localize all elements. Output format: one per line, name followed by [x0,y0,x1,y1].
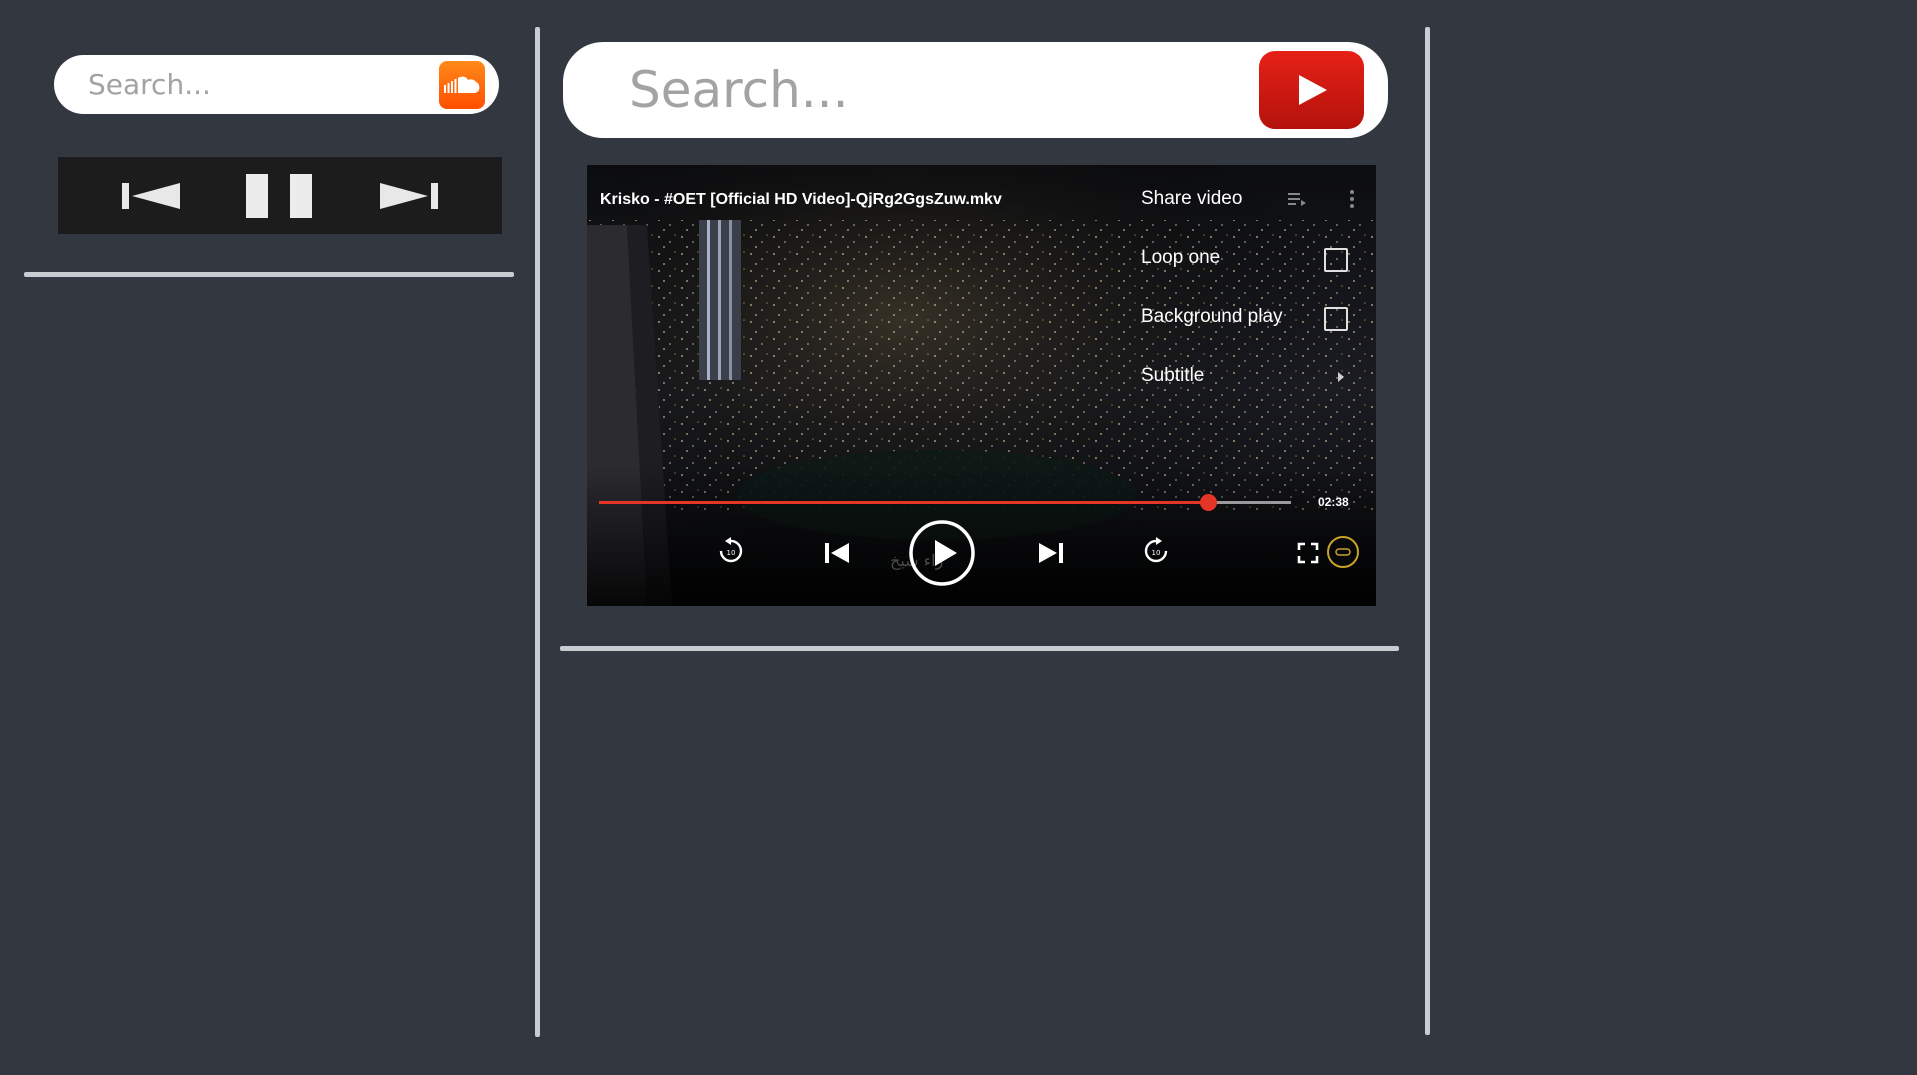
youtube-section-separator [560,646,1399,651]
background-play-option[interactable]: Background play [1141,306,1283,328]
soundcloud-section-separator [24,272,514,277]
subtitle-option[interactable]: Subtitle [1141,365,1204,387]
audio-transport-controls [58,157,502,234]
youtube-play-logo-icon [1298,75,1327,105]
background-play-checkbox[interactable] [1324,307,1348,331]
fullscreen-icon[interactable] [1297,542,1319,564]
previous-track-button[interactable] [120,181,182,211]
loop-one-checkbox[interactable] [1324,248,1348,272]
seek-bar-thumb[interactable] [1199,494,1217,511]
replay-10-icon[interactable]: 10 [717,537,745,565]
seek-bar-progress [599,501,1208,504]
left-column-divider [535,27,540,1037]
youtube-search-bar [563,42,1388,138]
channel-logo-badge [1327,536,1359,568]
duration-label: 02:38 [1318,495,1349,509]
play-icon[interactable] [907,518,977,588]
playlist-icon[interactable] [1287,191,1307,207]
chevron-right-icon [1338,372,1344,382]
pause-button[interactable] [245,173,315,219]
pause-icon [245,173,312,218]
right-column-divider [1425,27,1430,1035]
more-options-icon[interactable] [1349,189,1355,209]
soundcloud-search-button[interactable] [439,60,485,109]
city-night-video-frame [587,165,1376,606]
previous-video-icon[interactable] [823,541,851,565]
soundcloud-logo-icon [444,76,480,93]
forward-10-icon[interactable]: 10 [1142,537,1170,565]
video-title: Krisko - #OET [Official HD Video]-QjRg2G… [600,191,1002,208]
svg-text:10: 10 [727,549,736,557]
share-video-option[interactable]: Share video [1141,188,1242,210]
skip-next-icon [380,182,439,209]
next-video-icon[interactable] [1037,541,1065,565]
seek-bar[interactable] [599,494,1291,511]
svg-text:10: 10 [1152,549,1161,557]
soundcloud-search-input[interactable] [86,67,439,102]
skip-previous-icon [121,182,180,209]
channel-logo-icon [1335,548,1351,556]
loop-one-option[interactable]: Loop one [1141,247,1220,269]
video-player[interactable]: Krisko - #OET [Official HD Video]-QjRg2G… [587,165,1376,606]
youtube-search-input[interactable] [627,60,1259,120]
app-canvas: Krisko - #OET [Official HD Video]-QjRg2G… [0,0,1917,1075]
soundcloud-search-bar [54,55,499,114]
next-track-button[interactable] [378,181,440,211]
youtube-search-button[interactable] [1259,51,1364,129]
